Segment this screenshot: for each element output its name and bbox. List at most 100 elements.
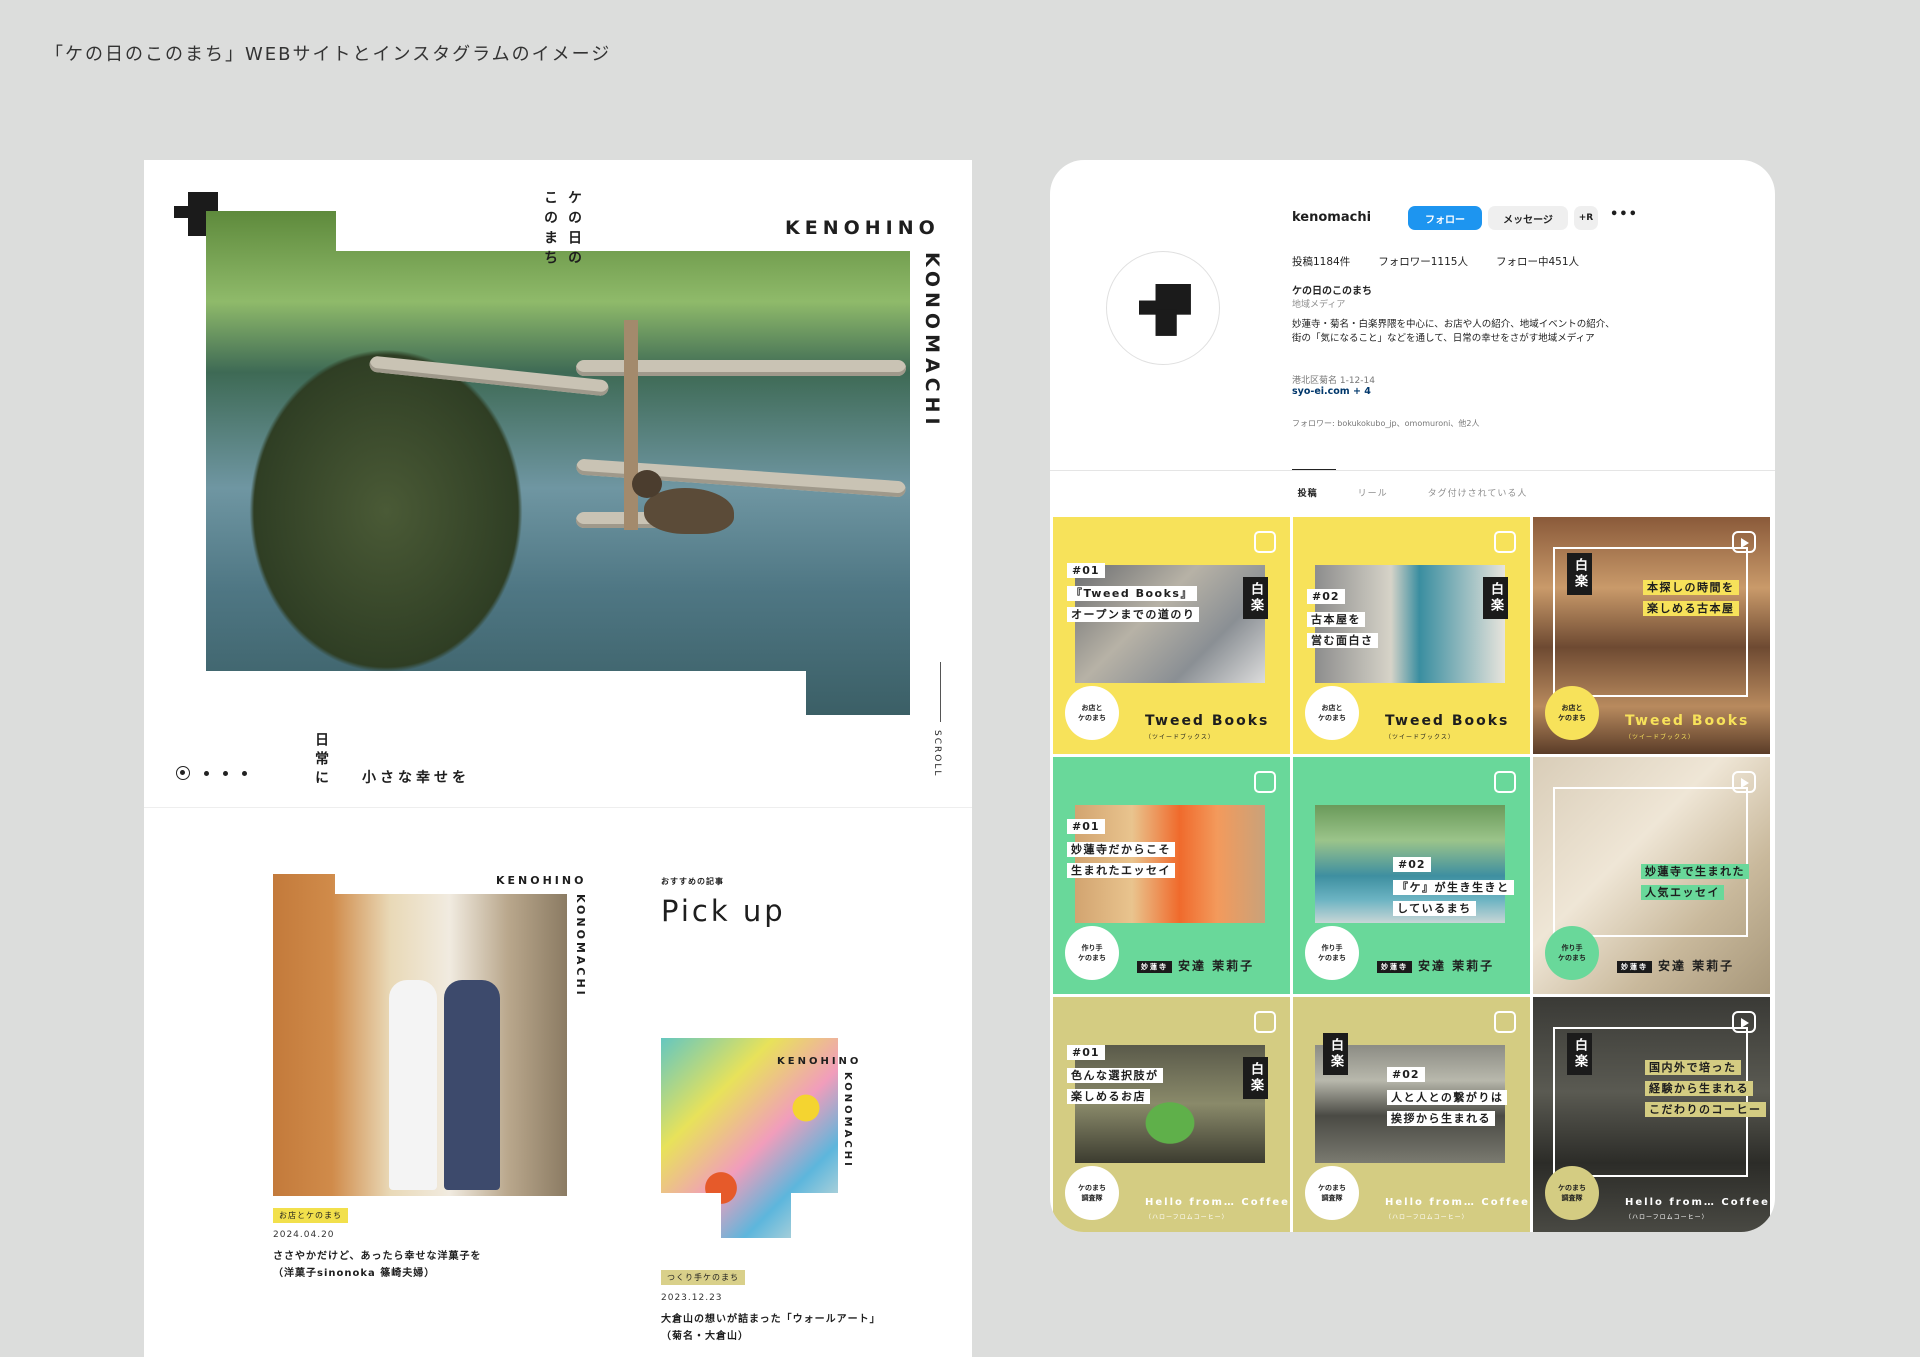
card1-brand2: KONOMACHI <box>574 894 587 998</box>
scroll-label[interactable]: SCROLL <box>932 730 942 777</box>
carousel-icon <box>1494 531 1516 553</box>
avatar-logo-icon <box>1139 284 1200 345</box>
post-tile[interactable]: #01 色んな選択肢が 楽しめるお店 白楽 ケのまち 調査隊 Hello from…… <box>1053 997 1290 1232</box>
profile-link[interactable]: syo-ei.com + 4 <box>1292 386 1371 397</box>
post-tile[interactable]: 白楽 本探しの時間を 楽しめる古本屋 お店と ケのまち Tweed Books （ツ… <box>1533 517 1770 754</box>
pickup-heading: Pick up <box>661 894 786 928</box>
shop-name-sub: （ハローフロムコーヒー） <box>1385 1214 1469 1221</box>
tab-reels[interactable]: リール <box>1358 486 1388 499</box>
post-number: #02 <box>1387 1067 1425 1082</box>
carousel-icon <box>1254 531 1276 553</box>
message-button[interactable]: メッセージ <box>1488 206 1568 230</box>
display-name: ケの日のこのまち <box>1292 286 1372 297</box>
post-headline: 妙蓮寺だからこそ 生まれたエッセイ <box>1067 839 1175 881</box>
post-number: #02 <box>1307 589 1345 604</box>
post-tile[interactable]: #01 『Tweed Books』 オープンまでの道のり 白楽 お店と ケのまち T… <box>1053 517 1290 754</box>
add-user-icon[interactable]: +R <box>1574 206 1598 230</box>
post-tile[interactable]: 白楽 #02 人と人との繋がりは 挨拶から生まれる ケのまち 調査隊 Hello f… <box>1293 997 1530 1232</box>
post-tile[interactable]: #02 古本屋を 営む面白さ 白楽 お店と ケのまち Tweed Books （ツイ… <box>1293 517 1530 754</box>
post-number: #01 <box>1067 1045 1105 1060</box>
post-number: #01 <box>1067 563 1105 578</box>
profile-avatar[interactable] <box>1106 251 1220 365</box>
reel-icon <box>1732 771 1756 793</box>
author-name: 妙蓮寺 安達 茉莉子 <box>1377 957 1494 974</box>
shop-name-sub: （ツイードブックス） <box>1145 734 1215 741</box>
profile-category: 地域メディア <box>1292 300 1346 310</box>
shop-name-sub: （ハローフロムコーヒー） <box>1145 1214 1229 1221</box>
tabs-divider <box>1050 470 1775 471</box>
slider-dot-active[interactable] <box>176 766 190 780</box>
card2-tag[interactable]: つくり手ケのまち <box>661 1270 745 1285</box>
category-badge: お店と ケのまち <box>1065 686 1119 740</box>
category-badge: お店と ケのまち <box>1545 686 1599 740</box>
profile-username: kenomachi <box>1292 210 1372 225</box>
shop-name: Tweed Books <box>1385 713 1510 729</box>
card1-tag[interactable]: お店とケのまち <box>273 1208 348 1223</box>
post-tile[interactable]: #02 『ケ』が生き生きと しているまち 作り手 ケのまち 妙蓮寺 安達 茉莉子 <box>1293 757 1530 994</box>
hero-photo <box>206 211 910 715</box>
article-photo-wallart[interactable] <box>661 1038 838 1238</box>
post-tile[interactable]: 妙蓮寺で生まれた 人気エッセイ 作り手 ケのまち 妙蓮寺 安達 茉莉子 <box>1533 757 1770 994</box>
photo-person <box>444 980 500 1190</box>
category-badge: ケのまち 調査隊 <box>1065 1166 1119 1220</box>
recommend-label: おすすめの記事 <box>661 877 724 886</box>
card2-title[interactable]: 大倉山の想いが詰まった「ウォールアート」 （菊名・大倉山） <box>661 1311 881 1345</box>
duck-figure <box>632 470 734 534</box>
post-tile[interactable]: 白楽 国内外で培った 経験から生まれる こだわりのコーヒー ケのまち 調査隊 Hell… <box>1533 997 1770 1232</box>
tagline-vertical: 日常に <box>313 732 329 789</box>
category-badge: 作り手 ケのまち <box>1305 926 1359 980</box>
profile-address: 港北区菊名 1-12-14 <box>1292 376 1375 386</box>
profile-stats: 投稿1184件 フォロワー1115人 フォロー中451人 <box>1292 254 1579 269</box>
instagram-mockup: kenomachi フォロー メッセージ +R ••• 投稿1184件 フォロワ… <box>1050 160 1775 1232</box>
card1-date: 2024.04.20 <box>273 1230 335 1240</box>
shop-name: Tweed Books <box>1145 713 1270 729</box>
scroll-indicator-line <box>940 662 941 722</box>
post-number: #01 <box>1067 819 1105 834</box>
fence-post <box>624 320 638 530</box>
posts-count: 投稿1184件 <box>1292 256 1351 268</box>
post-headline: 妙蓮寺で生まれた 人気エッセイ <box>1641 861 1749 903</box>
slider-dots[interactable] <box>176 766 247 780</box>
following-count[interactable]: フォロー中451人 <box>1496 254 1579 269</box>
area-badge: 白楽 <box>1243 577 1268 619</box>
post-headline: 色んな選択肢が 楽しめるお店 <box>1067 1065 1163 1107</box>
shop-name: Tweed Books <box>1625 713 1750 729</box>
photo-person <box>389 980 437 1190</box>
post-tile[interactable]: #01 妙蓮寺だからこそ 生まれたエッセイ 作り手 ケのまち 妙蓮寺 安達 茉莉子 <box>1053 757 1290 994</box>
post-headline: 本探しの時間を 楽しめる古本屋 <box>1643 577 1739 619</box>
followed-by[interactable]: フォロワー: bokukokubo_jp、omomuroni、他2人 <box>1292 418 1479 429</box>
card1-title[interactable]: ささやかだけど、あったら幸せな洋菓子を （洋菓子sinonoka 篠崎夫婦） <box>273 1248 482 1282</box>
slider-dot[interactable] <box>242 770 247 776</box>
shop-name-sub: （ツイードブックス） <box>1385 734 1455 741</box>
reel-icon <box>1732 531 1756 553</box>
card2-brand1: KENOHINO <box>777 1056 862 1067</box>
slider-dot[interactable] <box>223 770 228 776</box>
follow-button[interactable]: フォロー <box>1408 206 1482 230</box>
carousel-icon <box>1494 1011 1516 1033</box>
author-name: 妙蓮寺 安達 茉莉子 <box>1617 957 1734 974</box>
category-badge: お店と ケのまち <box>1305 686 1359 740</box>
category-badge: ケのまち 調査隊 <box>1545 1166 1599 1220</box>
profile-tabs: 投稿 リール タグ付けされている人 <box>1050 469 1775 499</box>
slider-dot[interactable] <box>204 770 209 776</box>
area-badge: 白楽 <box>1567 1033 1592 1075</box>
category-badge: ケのまち 調査隊 <box>1305 1166 1359 1220</box>
shop-name: Hello from… Coffee <box>1145 1197 1290 1208</box>
shop-name-sub: （ツイードブックス） <box>1625 734 1695 741</box>
more-options-icon[interactable]: ••• <box>1610 207 1638 222</box>
post-headline: 国内外で培った 経験から生まれる こだわりのコーヒー <box>1645 1057 1766 1120</box>
followers-count[interactable]: フォロワー1115人 <box>1378 254 1468 269</box>
posts-grid: #01 『Tweed Books』 オープンまでの道のり 白楽 お店と ケのまち T… <box>1053 517 1772 1232</box>
post-headline: 人と人との繋がりは 挨拶から生まれる <box>1387 1087 1508 1129</box>
category-badge: 作り手 ケのまち <box>1545 926 1599 980</box>
area-badge: 白楽 <box>1323 1033 1348 1075</box>
post-headline: 『Tweed Books』 オープンまでの道のり <box>1067 583 1200 625</box>
post-number: #02 <box>1393 857 1431 872</box>
tab-tagged[interactable]: タグ付けされている人 <box>1428 486 1528 499</box>
post-headline: 『ケ』が生き生きと しているまち <box>1393 877 1514 919</box>
brand-konomachi: KONOMACHI <box>921 252 943 430</box>
author-name: 妙蓮寺 安達 茉莉子 <box>1137 957 1254 974</box>
area-badge: 白楽 <box>1483 577 1508 619</box>
tab-posts[interactable]: 投稿 <box>1291 469 1336 499</box>
profile-bio: 妙蓮寺・菊名・白楽界隈を中心に、お店や人の紹介、地域イベントの紹介、 街の「気にな… <box>1292 319 1615 344</box>
